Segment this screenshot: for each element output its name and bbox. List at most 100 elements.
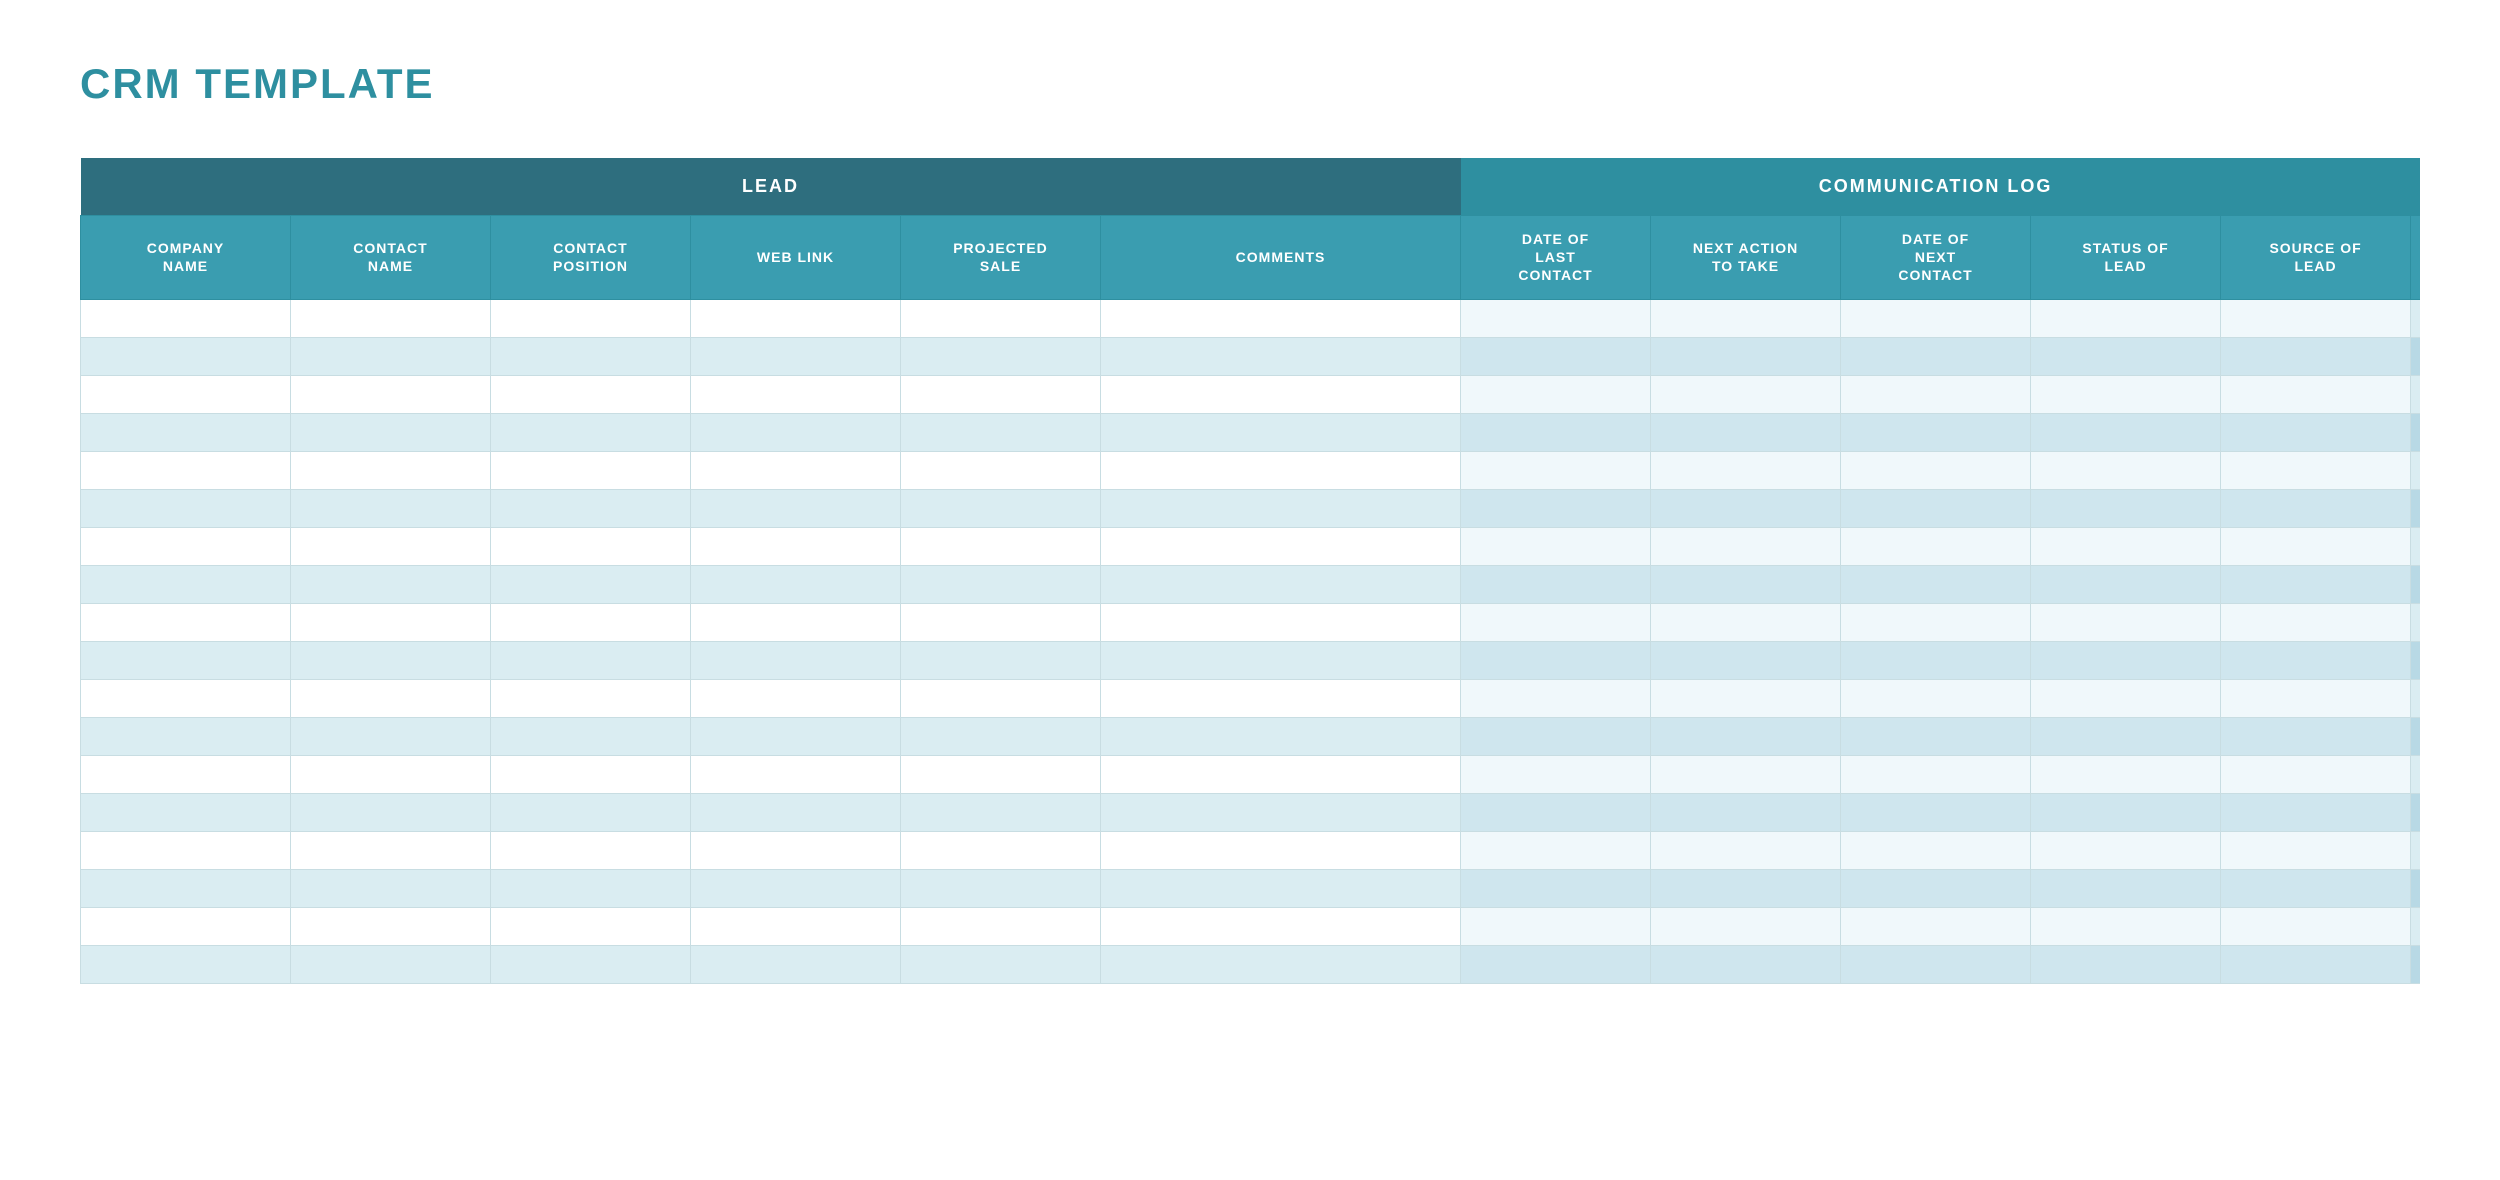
table-cell[interactable] bbox=[491, 489, 691, 527]
table-cell[interactable] bbox=[491, 679, 691, 717]
table-cell-comm[interactable] bbox=[2221, 793, 2411, 831]
table-cell[interactable] bbox=[691, 641, 901, 679]
table-cell[interactable] bbox=[81, 413, 291, 451]
table-cell-extra[interactable] bbox=[2411, 375, 2420, 413]
table-cell-extra[interactable] bbox=[2411, 527, 2420, 565]
table-cell[interactable] bbox=[81, 945, 291, 983]
table-cell[interactable] bbox=[81, 907, 291, 945]
table-cell-comm[interactable] bbox=[1841, 755, 2031, 793]
table-cell[interactable] bbox=[491, 755, 691, 793]
table-cell-extra[interactable] bbox=[2411, 489, 2420, 527]
table-cell-extra[interactable] bbox=[2411, 641, 2420, 679]
table-cell[interactable] bbox=[1101, 413, 1461, 451]
table-cell-comm[interactable] bbox=[1461, 603, 1651, 641]
table-cell-extra[interactable] bbox=[2411, 755, 2420, 793]
table-cell[interactable] bbox=[291, 337, 491, 375]
table-cell-extra[interactable] bbox=[2411, 451, 2420, 489]
table-cell[interactable] bbox=[491, 299, 691, 337]
table-cell[interactable] bbox=[81, 299, 291, 337]
table-cell[interactable] bbox=[691, 413, 901, 451]
table-cell[interactable] bbox=[901, 717, 1101, 755]
table-cell[interactable] bbox=[901, 831, 1101, 869]
table-cell-comm[interactable] bbox=[1841, 337, 2031, 375]
table-cell[interactable] bbox=[901, 527, 1101, 565]
table-cell[interactable] bbox=[491, 565, 691, 603]
table-cell-comm[interactable] bbox=[1461, 793, 1651, 831]
table-cell-comm[interactable] bbox=[1461, 489, 1651, 527]
table-cell-comm[interactable] bbox=[1461, 299, 1651, 337]
table-cell[interactable] bbox=[1101, 299, 1461, 337]
table-cell-comm[interactable] bbox=[2031, 337, 2221, 375]
table-cell[interactable] bbox=[291, 413, 491, 451]
table-cell[interactable] bbox=[81, 603, 291, 641]
table-cell[interactable] bbox=[1101, 945, 1461, 983]
table-cell[interactable] bbox=[691, 375, 901, 413]
table-cell[interactable] bbox=[691, 907, 901, 945]
table-cell[interactable] bbox=[81, 831, 291, 869]
table-cell-extra[interactable] bbox=[2411, 907, 2420, 945]
table-cell-comm[interactable] bbox=[2031, 945, 2221, 983]
table-cell-comm[interactable] bbox=[1651, 337, 1841, 375]
table-cell[interactable] bbox=[491, 337, 691, 375]
table-cell-comm[interactable] bbox=[1461, 755, 1651, 793]
table-cell[interactable] bbox=[901, 413, 1101, 451]
table-cell-comm[interactable] bbox=[1651, 489, 1841, 527]
table-cell-comm[interactable] bbox=[1651, 527, 1841, 565]
table-cell-comm[interactable] bbox=[1841, 831, 2031, 869]
table-cell[interactable] bbox=[81, 565, 291, 603]
table-cell[interactable] bbox=[1101, 755, 1461, 793]
table-cell-comm[interactable] bbox=[1651, 717, 1841, 755]
table-cell[interactable] bbox=[901, 337, 1101, 375]
table-cell[interactable] bbox=[691, 945, 901, 983]
table-cell-comm[interactable] bbox=[1461, 565, 1651, 603]
table-cell-extra[interactable] bbox=[2411, 869, 2420, 907]
table-cell-comm[interactable] bbox=[1651, 869, 1841, 907]
table-cell[interactable] bbox=[691, 299, 901, 337]
table-cell-comm[interactable] bbox=[2221, 451, 2411, 489]
table-cell-extra[interactable] bbox=[2411, 793, 2420, 831]
table-cell[interactable] bbox=[291, 451, 491, 489]
table-cell[interactable] bbox=[81, 679, 291, 717]
table-cell[interactable] bbox=[1101, 831, 1461, 869]
table-cell-comm[interactable] bbox=[2031, 679, 2221, 717]
table-cell-comm[interactable] bbox=[2221, 603, 2411, 641]
table-cell[interactable] bbox=[491, 413, 691, 451]
table-cell-comm[interactable] bbox=[2221, 907, 2411, 945]
table-cell[interactable] bbox=[1101, 489, 1461, 527]
table-cell-comm[interactable] bbox=[1841, 299, 2031, 337]
table-cell-comm[interactable] bbox=[1841, 717, 2031, 755]
table-cell-comm[interactable] bbox=[2221, 375, 2411, 413]
table-cell-comm[interactable] bbox=[1651, 679, 1841, 717]
table-cell[interactable] bbox=[491, 907, 691, 945]
table-cell-comm[interactable] bbox=[1651, 375, 1841, 413]
table-cell-comm[interactable] bbox=[1841, 527, 2031, 565]
table-cell-comm[interactable] bbox=[1461, 641, 1651, 679]
table-cell-comm[interactable] bbox=[1651, 299, 1841, 337]
table-cell-comm[interactable] bbox=[2221, 489, 2411, 527]
table-cell[interactable] bbox=[1101, 451, 1461, 489]
table-cell[interactable] bbox=[81, 527, 291, 565]
table-cell[interactable] bbox=[691, 831, 901, 869]
table-cell[interactable] bbox=[291, 527, 491, 565]
table-cell[interactable] bbox=[81, 717, 291, 755]
table-cell-extra[interactable] bbox=[2411, 945, 2420, 983]
table-cell-comm[interactable] bbox=[1461, 451, 1651, 489]
table-cell-comm[interactable] bbox=[2031, 489, 2221, 527]
table-cell-comm[interactable] bbox=[2031, 413, 2221, 451]
table-cell-extra[interactable] bbox=[2411, 717, 2420, 755]
table-cell-comm[interactable] bbox=[1651, 413, 1841, 451]
table-cell-comm[interactable] bbox=[2221, 755, 2411, 793]
table-cell[interactable] bbox=[1101, 527, 1461, 565]
table-cell-extra[interactable] bbox=[2411, 679, 2420, 717]
table-cell-comm[interactable] bbox=[2031, 603, 2221, 641]
table-cell-comm[interactable] bbox=[2221, 717, 2411, 755]
table-cell-comm[interactable] bbox=[2031, 565, 2221, 603]
table-cell-comm[interactable] bbox=[1841, 489, 2031, 527]
table-cell[interactable] bbox=[491, 603, 691, 641]
table-cell[interactable] bbox=[81, 869, 291, 907]
table-cell[interactable] bbox=[291, 717, 491, 755]
table-cell[interactable] bbox=[691, 603, 901, 641]
table-cell-comm[interactable] bbox=[1841, 907, 2031, 945]
table-cell-comm[interactable] bbox=[1461, 527, 1651, 565]
table-cell-comm[interactable] bbox=[1461, 869, 1651, 907]
